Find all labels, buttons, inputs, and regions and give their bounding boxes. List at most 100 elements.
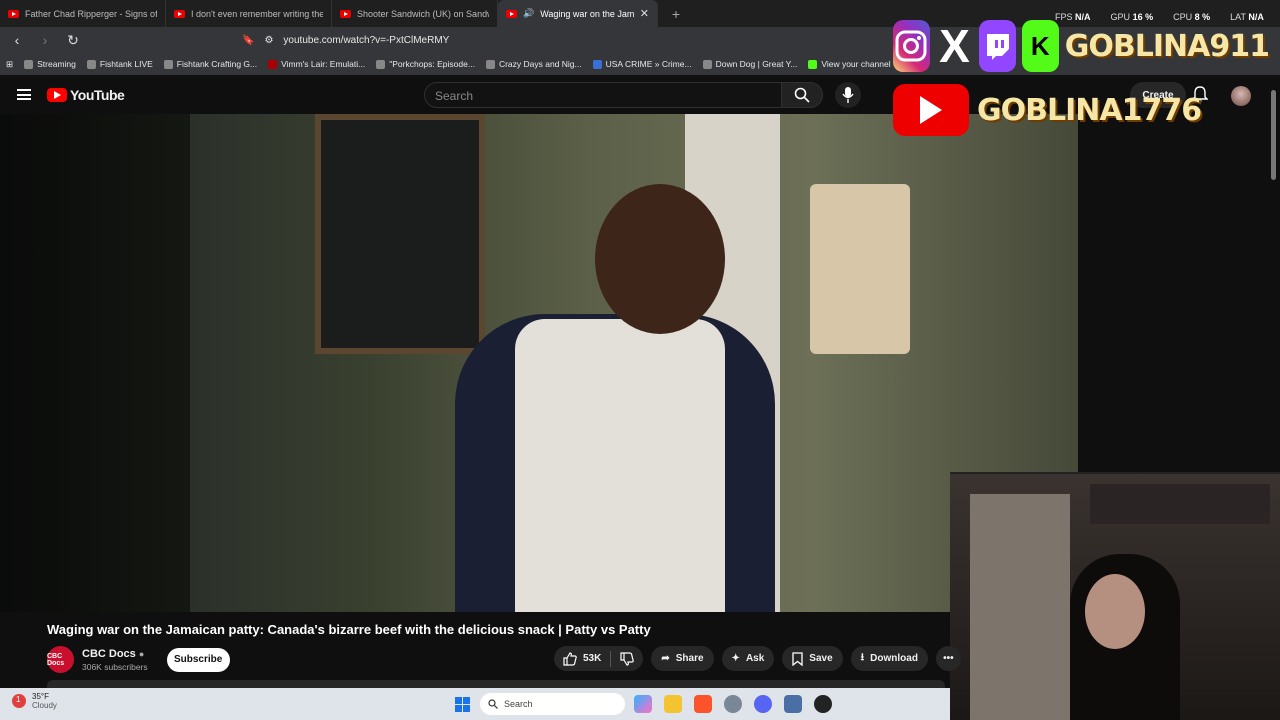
description-box[interactable] <box>47 680 945 688</box>
save-button[interactable]: Save <box>782 646 843 671</box>
ask-button[interactable]: ✦ Ask <box>721 646 775 671</box>
search-button[interactable] <box>781 82 823 108</box>
fishtank-icon <box>163 59 173 69</box>
bookmark-label: Fishtank LIVE <box>99 59 153 69</box>
page-scrollbar[interactable] <box>1271 90 1276 180</box>
dislike-button[interactable] <box>611 646 643 671</box>
fishtank-icon <box>86 59 96 69</box>
browser-tab[interactable]: Father Chad Ripperger - Signs of the <box>0 0 166 27</box>
share-button[interactable]: ➦ Share <box>651 646 714 671</box>
weather-badge: 1 <box>12 694 26 708</box>
bookmark-item[interactable]: Crazy Days and Nig... <box>485 59 582 69</box>
voice-search-button[interactable] <box>835 82 861 108</box>
bookmark-item[interactable]: Fishtank Crafting G... <box>163 59 257 69</box>
microphone-icon <box>842 87 854 103</box>
wall-telephone <box>810 184 910 354</box>
youtube-logo[interactable]: YouTube <box>47 86 125 103</box>
subscribe-button[interactable]: Subscribe <box>166 647 230 672</box>
more-icon: ••• <box>943 653 954 664</box>
bookmark-label: Crazy Days and Nig... <box>498 59 582 69</box>
instagram-icon <box>893 20 930 72</box>
verified-icon: ● <box>138 648 145 659</box>
settings-icon[interactable] <box>724 695 742 713</box>
streamer-handle: GOBLINA911 <box>1064 28 1270 64</box>
search-input[interactable]: Search <box>424 82 782 108</box>
brave-browser-icon[interactable] <box>694 695 712 713</box>
weather-widget[interactable]: 1 35°F Cloudy <box>12 692 57 710</box>
youtube-overlay: GOBLINA1776 <box>893 84 1202 136</box>
webcam-shelf <box>1090 484 1270 524</box>
bookmark-label: Vimm's Lair: Emulati... <box>281 59 366 69</box>
channel-row: CBC Docs CBC Docs ● 306K subscribers Sub… <box>47 646 230 673</box>
browser-tab[interactable]: I don't even remember writing these <box>166 0 332 27</box>
notepad-icon[interactable] <box>784 695 802 713</box>
taskbar-search-label: Search <box>504 699 533 709</box>
url-field[interactable]: 🔖 ⚙ youtube.com/watch?v=-PxtClMeRMY <box>242 29 822 51</box>
forward-icon[interactable]: › <box>36 32 54 48</box>
ask-label: Ask <box>745 653 765 664</box>
thumbs-down-icon <box>620 651 635 666</box>
video-player[interactable] <box>0 114 1078 612</box>
taskbar-search[interactable]: Search <box>480 693 625 715</box>
temperature: 35°F <box>32 692 49 701</box>
new-tab-button[interactable]: + <box>666 6 686 22</box>
tab-label: I don't even remember writing these <box>191 8 323 19</box>
apps-grid-icon[interactable]: ⊞ <box>6 59 13 70</box>
tab-label: Shooter Sandwich (UK) on Sandwiche <box>357 8 489 19</box>
back-icon[interactable]: ‹ <box>8 32 26 48</box>
youtube-play-icon <box>47 87 67 102</box>
bookmark-label: USA CRIME » Crime... <box>605 59 692 69</box>
tab-label: Waging war on the Jamaican <box>540 8 634 19</box>
close-tab-icon[interactable]: ✕ <box>640 7 649 20</box>
bookmark-item[interactable]: USA CRIME » Crime... <box>592 59 692 69</box>
bookmark-item[interactable]: Down Dog | Great Y... <box>702 59 798 69</box>
kick-icon <box>808 59 818 69</box>
obs-icon[interactable] <box>814 695 832 713</box>
bookmark-item[interactable]: Fishtank LIVE <box>86 59 153 69</box>
subscriber-count: 306K subscribers <box>82 661 148 672</box>
site-info-icon[interactable]: ⚙ <box>264 35 273 46</box>
bookmark-item[interactable]: "Porkchops: Episode... <box>376 59 475 69</box>
bookmark-label: Down Dog | Great Y... <box>715 59 798 69</box>
copilot-icon[interactable] <box>634 695 652 713</box>
bookmark-item[interactable]: Vimm's Lair: Emulati... <box>268 59 365 69</box>
bookmark-item[interactable]: Streaming <box>24 59 76 69</box>
webcam-face <box>1085 574 1145 649</box>
webcam-feed <box>950 472 1280 720</box>
bookmark-item[interactable]: View your channel <box>808 59 891 69</box>
x-icon: X <box>939 20 970 72</box>
browser-tab-active[interactable]: 🔊 Waging war on the Jamaican ✕ <box>498 0 658 27</box>
bookmark-icon[interactable]: 🔖 <box>242 35 254 46</box>
video-frame <box>190 114 1078 612</box>
thumbs-up-icon <box>563 651 577 666</box>
bookmark-label: View your channel <box>821 59 891 69</box>
tab-label: Father Chad Ripperger - Signs of the <box>25 8 157 19</box>
youtube-icon <box>893 84 969 136</box>
menu-icon[interactable] <box>17 89 31 100</box>
share-icon: ➦ <box>661 653 670 664</box>
video-frame-shadow <box>0 114 190 612</box>
download-button[interactable]: ⭳ Download <box>850 646 928 671</box>
like-count: 53K <box>583 653 602 664</box>
chalkboard-menu <box>315 114 485 354</box>
bookmark-label: "Porkchops: Episode... <box>389 59 475 69</box>
discord-icon[interactable] <box>754 695 772 713</box>
channel-avatar[interactable]: CBC Docs <box>47 646 74 673</box>
reload-icon[interactable]: ↻ <box>64 32 82 49</box>
windows-start-icon[interactable] <box>455 697 470 712</box>
file-explorer-icon[interactable] <box>664 695 682 713</box>
like-button[interactable]: 53K <box>554 646 610 671</box>
download-label: Download <box>870 653 918 664</box>
page-icon <box>485 59 495 69</box>
youtube-wordmark: YouTube <box>70 86 125 103</box>
download-icon: ⭳ <box>860 652 865 663</box>
more-actions-button[interactable]: ••• <box>935 646 961 671</box>
flag-icon <box>592 59 602 69</box>
taskbar-pinned-apps <box>634 695 832 713</box>
video-actions: 53K ➦ Share ✦ Ask Save ⭳ Download ••• <box>554 646 961 671</box>
channel-name[interactable]: CBC Docs ● <box>82 648 148 660</box>
search-icon <box>794 87 810 103</box>
account-avatar[interactable] <box>1231 86 1251 106</box>
social-overlay: X K GOBLINA911 <box>893 16 1270 76</box>
browser-tab[interactable]: Shooter Sandwich (UK) on Sandwiche <box>332 0 498 27</box>
